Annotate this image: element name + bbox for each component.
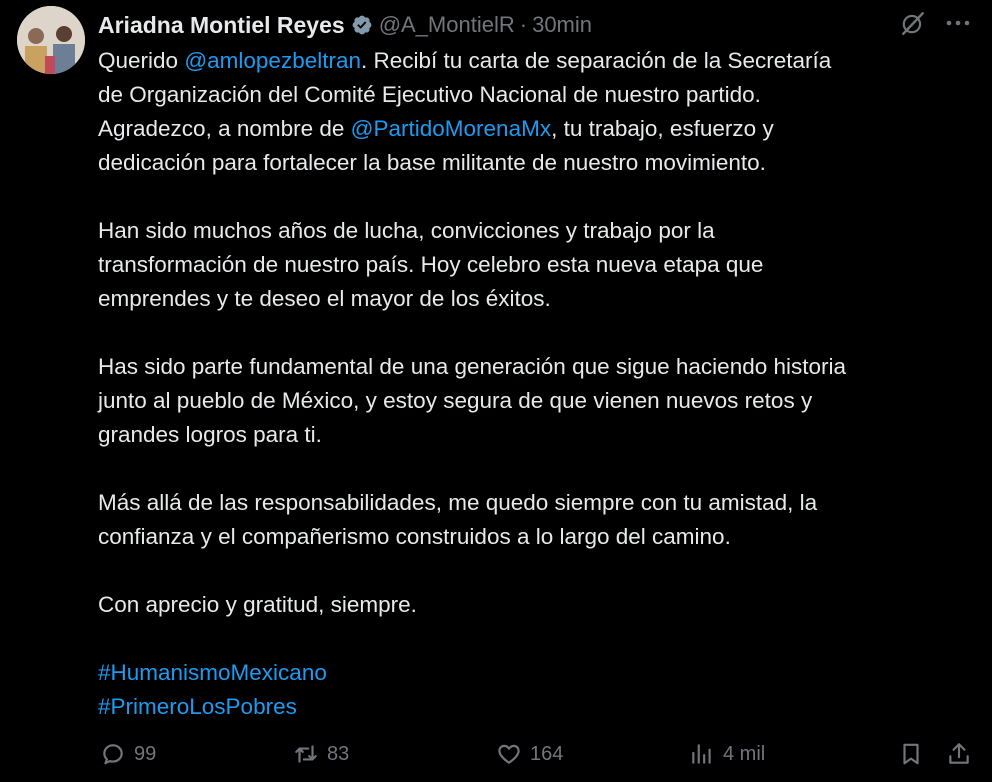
reply-count: 99 xyxy=(134,742,157,765)
timestamp[interactable]: 30min xyxy=(532,12,592,38)
text-line: junto al pueblo de México, y estoy segur… xyxy=(98,388,813,413)
mention-partidomorenamx[interactable]: @PartidoMorenaMx xyxy=(351,116,551,141)
retweet-button[interactable]: 83 xyxy=(293,741,349,767)
tweet-header: Ariadna Montiel Reyes @A_MontielR · 30mi… xyxy=(98,10,592,40)
views-button[interactable]: 4 mil xyxy=(689,741,765,767)
text-line: transformación de nuestro país. Hoy cele… xyxy=(98,252,764,277)
text-line: grandes logros para ti. xyxy=(98,422,322,447)
text-line: Han sido muchos años de lucha, conviccio… xyxy=(98,218,715,243)
avatar[interactable] xyxy=(17,6,85,74)
author-name[interactable]: Ariadna Montiel Reyes xyxy=(98,12,345,39)
more-icon[interactable] xyxy=(944,10,972,36)
reply-button[interactable]: 99 xyxy=(100,741,156,767)
hashtag-primerolospobres[interactable]: #PrimeroLosPobres xyxy=(98,690,978,724)
text-line: Has sido parte fundamental de una genera… xyxy=(98,354,847,379)
separator-dot: · xyxy=(519,12,528,37)
share-button[interactable] xyxy=(946,741,972,767)
like-count: 164 xyxy=(530,742,564,765)
views-icon xyxy=(692,744,711,764)
bookmark-icon xyxy=(903,743,919,765)
text-line: emprendes y te deseo el mayor de los éxi… xyxy=(98,286,551,311)
mention-amlopezbeltran[interactable]: @amlopezbeltran xyxy=(184,48,361,73)
text-line: Agradezco, a nombre de @PartidoMorenaMx,… xyxy=(98,116,774,141)
reply-icon xyxy=(103,744,123,765)
text-line: confianza y el compañerismo construidos … xyxy=(98,524,731,549)
views-count: 4 mil xyxy=(723,742,766,765)
bookmark-button[interactable] xyxy=(898,741,924,767)
hashtag-humanismomexicano[interactable]: #HumanismoMexicano xyxy=(98,656,978,690)
text-line: de Organización del Comité Ejecutivo Nac… xyxy=(98,82,761,107)
grok-icon[interactable] xyxy=(900,10,926,36)
tweet-text: Querido @amlopezbeltran. Recibí tu carta… xyxy=(98,44,978,724)
heart-icon xyxy=(498,744,520,764)
author-handle[interactable]: @A_MontielR xyxy=(379,12,515,38)
avatar-image xyxy=(17,6,85,74)
verified-badge-icon xyxy=(352,15,372,35)
like-button[interactable]: 164 xyxy=(496,741,563,767)
share-icon xyxy=(949,743,969,764)
tweet-actions: 99 83 164 4 mil xyxy=(98,737,972,771)
tweet-top-actions xyxy=(900,10,972,36)
text-line: Más allá de las responsabilidades, me qu… xyxy=(98,490,818,515)
text-line: Con aprecio y gratitud, siempre. xyxy=(98,592,417,617)
text-line: dedicación para fortalecer la base milit… xyxy=(98,150,766,175)
retweet-count: 83 xyxy=(327,742,350,765)
retweet-icon xyxy=(295,745,317,763)
text-line: Querido @amlopezbeltran. Recibí tu carta… xyxy=(98,48,832,73)
